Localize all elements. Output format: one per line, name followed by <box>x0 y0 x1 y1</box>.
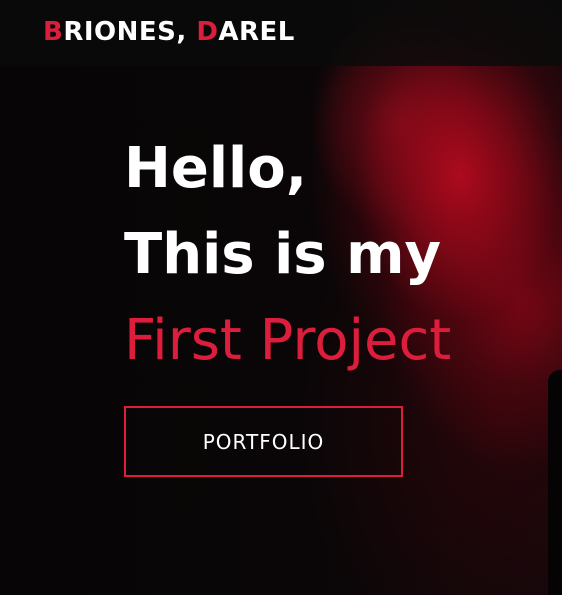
headline-line-2: This is my <box>124 222 441 287</box>
brand-last-rest: AREL <box>218 17 295 47</box>
brand-last-initial: D <box>196 17 219 47</box>
top-navigation-bar: BRIONES, DAREL <box>0 0 562 66</box>
brand-logo[interactable]: BRIONES, DAREL <box>43 14 295 50</box>
brand-first-rest: RIONES, <box>63 17 197 47</box>
hero-headline: Hello, This is my First Project <box>124 126 451 384</box>
headline-line-3: First Project <box>124 308 452 373</box>
person-silhouette <box>548 370 562 595</box>
portfolio-button[interactable]: PORTFOLIO <box>124 406 403 477</box>
headline-line-1: Hello, <box>124 136 307 201</box>
brand-first-initial: B <box>43 17 64 47</box>
